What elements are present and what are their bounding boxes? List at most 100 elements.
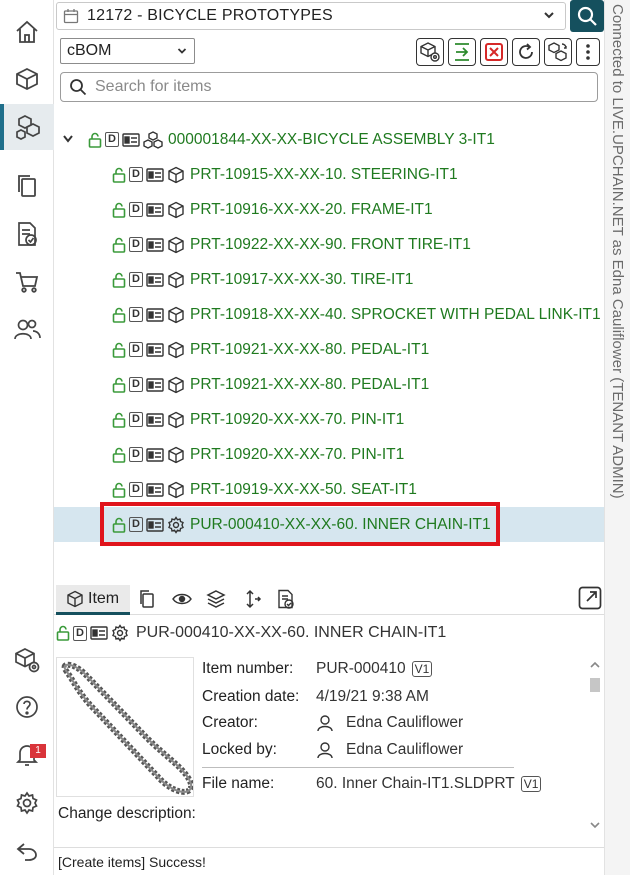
detail-title-text: PUR-000410-XX-XX-60. INNER CHAIN-IT1 [136,624,447,641]
nav-notifications-button[interactable]: 1 [0,732,54,778]
unlocked-icon [88,132,102,148]
tab-item-label: Item [88,589,120,607]
chevron-down-icon [544,12,554,19]
nav-items-button[interactable] [0,56,54,102]
user-icon [317,742,333,759]
more-options-button[interactable] [576,38,600,66]
tree-row-icons: D [112,446,185,464]
data-card-icon [146,307,164,322]
open-external-icon [578,586,602,610]
notification-count-badge: 1 [30,744,46,758]
nav-users-button[interactable] [0,306,54,352]
nav-changes-button[interactable] [0,211,54,257]
nav-help-button[interactable] [0,684,54,730]
file-version-badge[interactable]: V1 [520,776,542,792]
locked-by-label: Locked by: [202,741,277,758]
tree-row[interactable]: D PRT-10922-XX-XX-90. FRONT TIRE-IT1 [54,227,604,262]
tree-row[interactable]: D PRT-10921-XX-XX-80. PEDAL-IT1 [54,332,604,367]
item-search-input[interactable] [95,78,575,96]
part-icon [168,166,184,183]
tree-row[interactable]: D PRT-10920-XX-XX-70. PIN-IT1 [54,402,604,437]
unlocked-icon [112,342,126,358]
nav-documents-button[interactable] [0,163,54,209]
unlocked-icon [112,167,126,183]
status-bar: [Create items] Success! [54,847,604,875]
refresh-button[interactable] [512,38,540,66]
delete-icon [485,43,503,61]
drawing-icon: D [129,412,143,427]
more-vertical-icon [586,44,590,60]
check-in-button[interactable] [448,38,476,66]
gear-icon [112,624,128,642]
tab-item[interactable]: Item [56,585,130,615]
structure-icon [16,115,40,140]
nav-structure-button[interactable] [0,104,54,150]
assembly-icon [143,130,163,149]
item-settings-button[interactable] [416,38,444,66]
tree-row-label: PRT-10917-XX-XX-30. TIRE-IT1 [190,270,414,288]
change-icon[interactable] [276,589,296,609]
detail-title: D PUR-000410-XX-XX-60. INNER CHAIN-IT1 [56,624,446,642]
nav-purchasing-button[interactable] [0,259,54,305]
nav-logout-button[interactable] [0,828,54,874]
creation-date-value: 4/19/21 9:38 AM [316,688,429,705]
logout-icon [16,843,37,861]
tree-row[interactable]: D PRT-10920-XX-XX-70. PIN-IT1 [54,437,604,472]
layers-icon[interactable] [206,589,226,609]
tree-row-icons: D [112,271,185,289]
project-selector[interactable]: 12172 - BICYCLE PROTOTYPES [56,2,566,30]
item-number-value-wrap: PUR-000410 V1 [316,660,433,678]
part-icon [168,446,184,463]
tree-row[interactable]: D PRT-10916-XX-XX-20. FRAME-IT1 [54,192,604,227]
calendar-icon [63,9,79,24]
nav-settings-button[interactable] [0,780,54,826]
tree-row-label: PRT-10922-XX-XX-90. FRONT TIRE-IT1 [190,235,471,253]
tree-row[interactable]: D PRT-10917-XX-XX-30. TIRE-IT1 [54,262,604,297]
tree-row[interactable]: D PRT-10921-XX-XX-80. PEDAL-IT1 [54,367,604,402]
bom-type-select[interactable]: cBOM [60,38,195,64]
bom-type-value: cBOM [67,42,112,59]
tree-root-row[interactable]: D 000001844-XX-XX-BICYCLE ASSEMBLY 3-IT1 [54,122,604,157]
nav-item-settings-button[interactable] [0,637,54,683]
search-icon [577,6,597,26]
unlocked-icon [112,377,126,393]
data-card-icon [146,237,164,252]
chevron-up-icon[interactable] [588,660,602,670]
part-icon [168,411,184,428]
data-card-icon [90,626,108,640]
unlocked-icon [112,202,126,218]
data-card-icon [146,482,164,497]
data-card-icon [146,202,164,217]
item-version-badge[interactable]: V1 [411,661,433,677]
nav-home-button[interactable] [0,9,54,55]
locked-by-value-wrap: Edna Cauliflower [316,741,463,759]
detail-tabs: Item [54,583,604,615]
tree-row[interactable]: D PRT-10915-XX-XX-10. STEERING-IT1 [54,157,604,192]
global-search-button[interactable] [570,0,604,32]
drawing-icon: D [105,132,119,147]
unlocked-icon [112,447,126,463]
creator-value: Edna Cauliflower [346,714,464,731]
eye-icon[interactable] [172,589,192,609]
where-used-icon[interactable] [242,589,262,609]
unlocked-icon [112,412,126,428]
scrollbar-thumb[interactable] [590,678,600,692]
sync-structure-button[interactable] [544,38,572,66]
item-icon [67,590,83,607]
documents-icon[interactable] [138,589,156,609]
open-in-new-window-button[interactable] [578,586,602,610]
chevron-down-icon[interactable] [588,820,602,830]
sync-structure-icon [548,42,567,62]
file-name-value-wrap: 60. Inner Chain-IT1.SLDPRT V1 [316,775,542,793]
tree-row-icons: D [112,376,185,394]
nav-rail: 1 [0,0,54,875]
chevron-down-icon[interactable] [62,134,74,144]
tree-row-label: PRT-10921-XX-XX-80. PEDAL-IT1 [190,375,430,393]
item-number-label: Item number: [202,660,294,677]
detail-scrollbar[interactable] [588,660,602,838]
item-search-box[interactable] [60,72,598,102]
tree-row-label: PRT-10920-XX-XX-70. PIN-IT1 [190,445,405,463]
drawing-icon: D [129,377,143,392]
tree-row[interactable]: D PRT-10918-XX-XX-40. SPROCKET WITH PEDAL… [54,297,604,332]
delete-button[interactable] [480,38,508,66]
